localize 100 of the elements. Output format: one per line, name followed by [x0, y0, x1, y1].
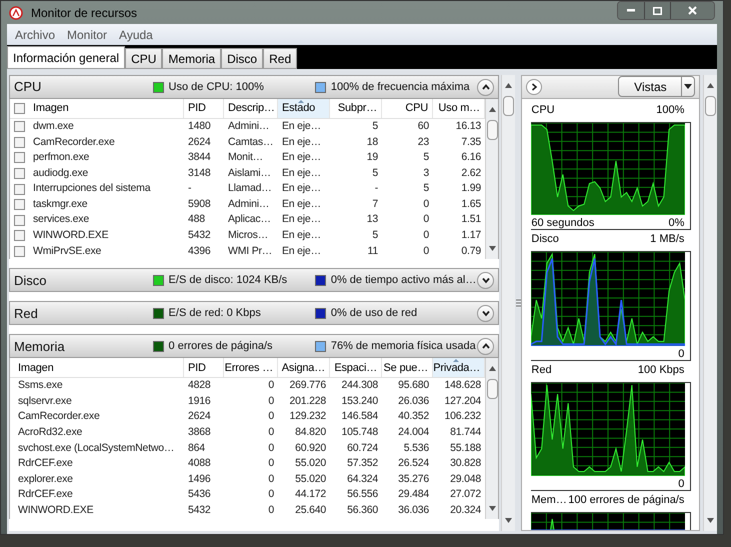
- scrollbar[interactable]: [501, 75, 515, 531]
- chevron-down-icon: [480, 275, 491, 286]
- column-header[interactable]: Espaci…: [330, 358, 382, 378]
- tab[interactable]: Disco: [221, 48, 264, 69]
- indicator-label: 0% de uso de red: [330, 306, 418, 322]
- section-header[interactable]: CPU Uso de CPU: 100% 100% de frecuencia máxima: [9, 75, 499, 99]
- table-cell-text: 201.228: [288, 394, 327, 409]
- scroll-up-icon[interactable]: [504, 83, 512, 88]
- checkbox[interactable]: [14, 168, 25, 180]
- checkbox[interactable]: [14, 230, 25, 242]
- column-header[interactable]: CPU: [382, 99, 433, 118]
- table-cell-text: 5.536: [402, 440, 430, 456]
- column-header[interactable]: Imagen: [10, 99, 184, 118]
- tab[interactable]: CPU: [125, 48, 162, 69]
- tab[interactable]: Red: [263, 48, 298, 69]
- scroll-down-icon[interactable]: [504, 518, 512, 523]
- column-header[interactable]: PID: [184, 99, 224, 118]
- column-header[interactable]: Estado: [278, 99, 330, 118]
- table-cell-text: 55.020: [294, 472, 327, 487]
- checkbox[interactable]: [14, 199, 25, 210]
- splitter-grip-icon[interactable]: [516, 299, 520, 307]
- table-cell-text: 0: [267, 378, 275, 394]
- column-header[interactable]: Imagen: [10, 358, 184, 378]
- checkbox[interactable]: [14, 121, 25, 132]
- collapse-button[interactable]: [477, 338, 494, 355]
- table-cell: Interrupciones del sistema: [10, 181, 184, 197]
- checkbox[interactable]: [14, 152, 25, 164]
- scroll-thumb[interactable]: [486, 120, 498, 140]
- table-cell-text: 0: [422, 244, 430, 259]
- close-button[interactable]: [670, 2, 714, 19]
- scroll-up-icon[interactable]: [488, 366, 496, 372]
- checkbox[interactable]: [14, 184, 25, 195]
- menu-item[interactable]: Monitor: [67, 26, 108, 44]
- indicator-label: 0% de tiempo activo más al…: [330, 273, 476, 288]
- views-dropdown[interactable]: Vistas: [618, 76, 696, 98]
- table-cell-text: 5908: [187, 196, 212, 212]
- menu-item[interactable]: Archivo: [15, 26, 56, 44]
- scroll-down-icon[interactable]: [488, 506, 496, 511]
- scrollbar[interactable]: [485, 358, 498, 519]
- table-cell-text: 5: [422, 181, 430, 196]
- tab[interactable]: Memoria: [162, 48, 222, 69]
- table-cell: dwm.exe: [10, 119, 184, 135]
- table-cell-text: 3148: [187, 166, 212, 181]
- column-header[interactable]: Subpr…: [330, 99, 382, 118]
- table-cell-text: 26.036: [397, 394, 430, 409]
- table-cell-text: 1.17: [460, 228, 482, 244]
- graph-title: CPU: [531, 103, 555, 118]
- scroll-down-icon[interactable]: [707, 518, 714, 523]
- minimize-button[interactable]: [618, 2, 644, 19]
- scroll-thumb[interactable]: [705, 96, 716, 116]
- caret-icon: [684, 84, 692, 90]
- section-header[interactable]: Disco E/S de disco: 1024 KB/s 0% de tiempo activo más al…: [9, 268, 499, 292]
- checkbox[interactable]: [14, 136, 25, 148]
- table-cell-text: Admini…: [227, 196, 270, 212]
- section-title: Disco: [14, 272, 48, 290]
- table-cell: CamRecorder.exe: [10, 134, 184, 150]
- expand-button[interactable]: [477, 304, 494, 322]
- expand-panel-button[interactable]: [526, 78, 542, 95]
- scroll-up-icon[interactable]: [488, 107, 496, 112]
- table-cell-text: 30.828: [449, 456, 482, 472]
- scroll-thumb[interactable]: [502, 96, 514, 116]
- table-cell-text: En eje…: [281, 181, 322, 196]
- section-header[interactable]: Memoria 0 errores de página/s 76% de memoria física usada: [9, 334, 499, 358]
- table-cell-text: En eje…: [281, 228, 322, 244]
- table-cell-text: En eje…: [281, 166, 322, 181]
- table-cell-text: 0.79: [460, 244, 482, 259]
- column-header[interactable]: PID: [184, 358, 224, 378]
- table-cell-text: 57.352: [346, 456, 379, 472]
- checkbox[interactable]: [14, 103, 25, 114]
- column-header[interactable]: Asigna…: [278, 358, 330, 378]
- checkbox[interactable]: [14, 214, 25, 226]
- maximize-button[interactable]: [644, 2, 670, 19]
- column-header[interactable]: Privada…: [433, 358, 485, 378]
- table-cell-text: 1480: [187, 119, 212, 134]
- table-cell-text: Monit…: [227, 150, 264, 166]
- table-cell-text: 153.240: [340, 394, 379, 409]
- scrollbar[interactable]: [485, 99, 498, 260]
- table-cell-text: 23: [416, 134, 430, 150]
- table-cell-text: WINWORD.EXE: [17, 503, 94, 518]
- expand-button[interactable]: [477, 272, 494, 289]
- column-header[interactable]: Errores …: [224, 358, 278, 378]
- scroll-up-icon[interactable]: [707, 83, 714, 88]
- menu-item[interactable]: Ayuda: [119, 26, 153, 44]
- graph-scale-max: 100%: [656, 103, 684, 118]
- table-cell-text: 6.16: [460, 150, 482, 166]
- section-header[interactable]: Red E/S de red: 0 Kbps 0% de uso de red: [9, 301, 499, 326]
- table-cell-text: 60.920: [294, 440, 327, 456]
- graph-scale-max: 100 Kbps: [638, 363, 684, 378]
- table-cell: audiodg.exe: [10, 166, 184, 182]
- table-cell-text: 0: [422, 196, 430, 212]
- checkbox[interactable]: [14, 246, 25, 258]
- table-cell-text: 3: [422, 166, 430, 181]
- scroll-down-icon[interactable]: [488, 246, 496, 252]
- table-cell-text: -: [374, 181, 379, 196]
- table-cell-text: CamRecorder.exe: [17, 410, 101, 424]
- collapse-button[interactable]: [477, 78, 494, 96]
- table-cell-text: 36.036: [397, 503, 430, 518]
- scroll-thumb[interactable]: [486, 379, 498, 400]
- tab[interactable]: Información general: [7, 46, 126, 69]
- scrollbar[interactable]: [703, 75, 717, 531]
